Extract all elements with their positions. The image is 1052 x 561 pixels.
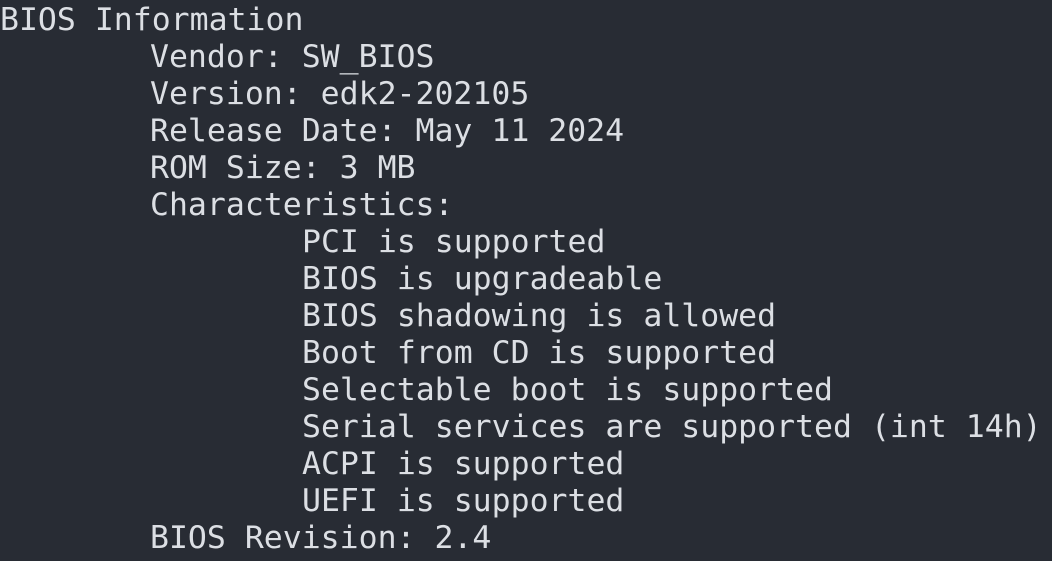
characteristics-label: Characteristics: <box>150 187 454 223</box>
characteristic-item: PCI is supported <box>302 224 606 260</box>
characteristic-item: BIOS is upgradeable <box>302 261 663 297</box>
characteristic-item: ACPI is supported <box>302 446 625 482</box>
characteristic-item: Selectable boot is supported <box>302 372 834 408</box>
rom-size-line: ROM Size: 3 MB <box>150 150 416 186</box>
characteristic-item: Serial services are supported (int 14h) <box>302 409 1042 445</box>
release-date-line: Release Date: May 11 2024 <box>150 113 625 149</box>
characteristic-item: BIOS shadowing is allowed <box>302 298 777 334</box>
terminal-output: BIOS Information Vendor: SW_BIOS Version: … <box>0 0 1052 557</box>
version-line: Version: edk2-202105 <box>150 76 530 112</box>
characteristic-item: UEFI is supported <box>302 483 625 519</box>
section-title: BIOS Information <box>0 2 304 38</box>
vendor-line: Vendor: SW_BIOS <box>150 39 435 75</box>
characteristic-item: Boot from CD is supported <box>302 335 777 371</box>
bios-revision-line: BIOS Revision: 2.4 <box>150 520 492 556</box>
